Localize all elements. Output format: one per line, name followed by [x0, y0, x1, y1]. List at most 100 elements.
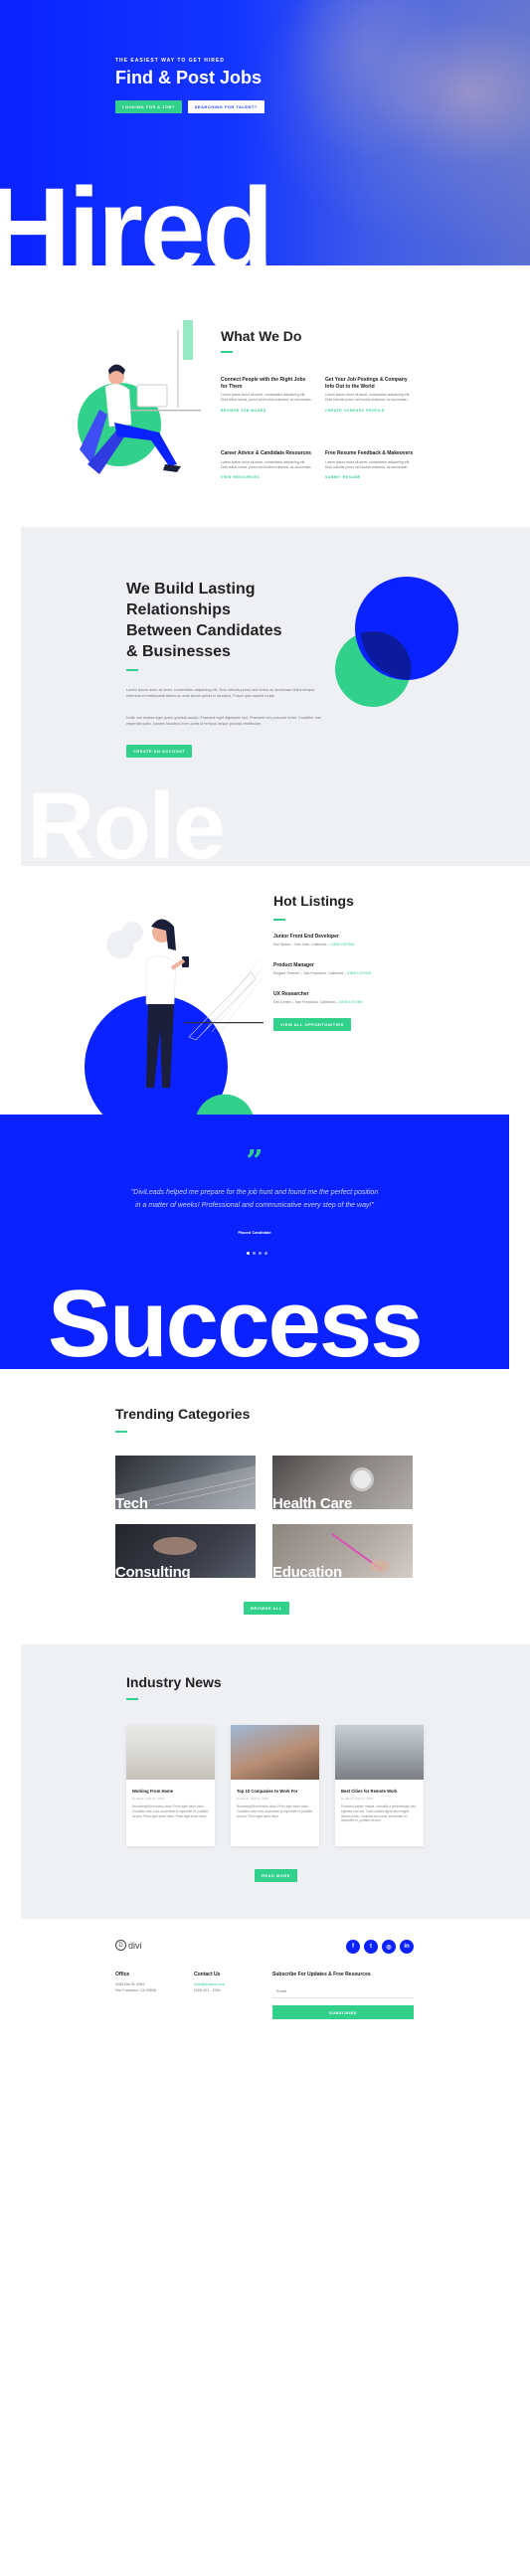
relationships-title: We Build Lasting Relationships Between C…: [126, 579, 295, 662]
trending-categories-title: Trending Categories: [115, 1406, 251, 1422]
testimonial-author: Placed Candidate: [238, 1230, 271, 1235]
contact-email-link[interactable]: hello@divijobs.com: [194, 1982, 225, 1988]
job-listing: Junior Front End Developer Divi Space – …: [273, 934, 472, 946]
footer-logo[interactable]: D divi: [115, 1940, 142, 1951]
job-listing: Product Manager Elegant Themes – San Fra…: [273, 962, 472, 975]
news-card[interactable]: Best Cities for Remote Work by admin | F…: [335, 1725, 424, 1846]
job-company-location: Elegant Themes – San Francisco, Californ…: [273, 971, 347, 975]
testimonial-text: "DiviLeads helped me prepare for the job…: [130, 1189, 379, 1209]
job-listing: UX Researcher Divi Center – San Francisc…: [273, 991, 472, 1004]
overlapping-circles-graphic: [335, 577, 458, 707]
industry-news-section: Industry News Working From Home by admin…: [21, 1644, 530, 1919]
contact-info: hello@divijobs.com (245) 621 - 3364: [194, 1982, 225, 1994]
view-resources-link[interactable]: VIEW RESOURCES: [221, 475, 312, 479]
what-we-do-title: What We Do: [221, 328, 302, 344]
slider-dot[interactable]: [253, 1252, 256, 1255]
view-all-opportunities-button[interactable]: VIEW ALL OPPORTUNITIES: [273, 1018, 351, 1031]
job-company-location: Divi Center – San Francisco, California …: [273, 1000, 338, 1004]
title-underline: [273, 919, 285, 921]
what-we-do-section: What We Do Connect People with the Right…: [0, 265, 530, 527]
logo-text: divi: [128, 1940, 142, 1951]
news-card-image: [335, 1725, 424, 1780]
feature-title: Get Your Job Postings & Company Info Out…: [325, 377, 408, 390]
category-tech[interactable]: Tech: [115, 1456, 256, 1509]
news-card-excerpt: Praesent sapien massa, convallis a pelle…: [341, 1804, 417, 1823]
address-line: San Francisco, CA 93658: [115, 1987, 156, 1992]
office-address: 2085 Divi St. #983 San Francisco, CA 936…: [115, 1982, 156, 1994]
job-title: UX Researcher: [273, 991, 309, 997]
feature-text: Lorem ipsum dolor sit amet, consectetur …: [325, 459, 411, 469]
relationships-section: We Build Lasting Relationships Between C…: [21, 527, 530, 866]
hero-big-word: Hired: [0, 164, 274, 265]
person-laptop-illustration: [78, 320, 201, 474]
view-listing-link[interactable]: VIEW LISTING: [339, 1000, 363, 1004]
news-card-title[interactable]: Top 10 Companies to Work For: [237, 1789, 313, 1794]
contact-title: Contact Us: [194, 1972, 221, 1977]
news-card-date: by admin | Feb 11, 2019: [237, 1797, 269, 1801]
feature-title: Career Advice & Candidate Resources: [221, 450, 311, 456]
title-underline: [115, 1431, 127, 1433]
category-label: Health Care: [272, 1495, 353, 1509]
success-big-word: Success: [48, 1271, 424, 1370]
hero-buttons: LOOKING FOR A JOB? SEARCHING FOR TALENT?: [115, 100, 265, 113]
role-big-word: Role: [27, 773, 226, 867]
title-line: Relationships: [126, 601, 231, 618]
slider-dot[interactable]: [265, 1252, 267, 1255]
news-card-excerpt: Nonummy/Mum lectus dolor. Proin eget tor…: [132, 1804, 209, 1818]
logo-mark-icon: D: [115, 1940, 126, 1951]
create-company-profile-link[interactable]: CREATE COMPANY PROFILE: [325, 409, 417, 413]
subscribe-title: Subscribe For Updates & Free Resources: [272, 1972, 371, 1977]
browse-all-button[interactable]: BROWSE ALL: [244, 1602, 289, 1615]
submit-resume-link[interactable]: SUBMIT RESUME: [325, 475, 417, 479]
create-account-button[interactable]: CREATE AN ACCOUNT: [126, 745, 193, 758]
slider-dot[interactable]: [247, 1252, 250, 1255]
quote-icon: ”: [246, 1144, 264, 1179]
job-title: Product Manager: [273, 962, 314, 968]
person-phone-illustration: [85, 919, 265, 1116]
twitter-icon[interactable]: t: [364, 1940, 378, 1954]
view-listing-link[interactable]: VIEW LISTING: [347, 971, 371, 975]
category-health-care[interactable]: Health Care: [272, 1456, 413, 1509]
job-meta: Divi Space – San Jose, California – VIEW…: [273, 943, 472, 946]
title-line: We Build Lasting: [126, 581, 256, 598]
browse-job-board-link[interactable]: BROWSE JOB BOARD: [221, 409, 312, 413]
facebook-icon[interactable]: f: [346, 1940, 360, 1954]
feature-career-advice: Career Advice & Candidate Resources Lore…: [221, 450, 312, 479]
office-title: Office: [115, 1972, 130, 1977]
news-card-date: by admin | Feb 11, 2019: [341, 1797, 374, 1801]
title-underline: [126, 1698, 138, 1700]
feature-resume: Free Resume Feedback & Makeovers Lorem i…: [325, 450, 417, 479]
news-card-date: by admin | Feb 11, 2019: [132, 1797, 165, 1801]
read-more-button[interactable]: READ MORE: [255, 1869, 297, 1882]
news-card[interactable]: Working From Home by admin | Feb 11, 201…: [126, 1725, 215, 1846]
feature-title: Free Resume Feedback & Makeovers: [325, 450, 414, 456]
hero-photo: [232, 0, 530, 265]
subscribe-button[interactable]: SUBSCRIBE: [272, 2005, 414, 2019]
slider-dot[interactable]: [259, 1252, 262, 1255]
relationships-paragraph-1: Lorem ipsum dolor sit amet, consectetur …: [126, 688, 316, 698]
searching-for-talent-button[interactable]: SEARCHING FOR TALENT?: [187, 100, 265, 113]
email-input[interactable]: [272, 1984, 414, 1998]
industry-news-title: Industry News: [126, 1674, 222, 1690]
category-consulting[interactable]: Consulting: [115, 1524, 256, 1578]
news-card-title[interactable]: Best Cities for Remote Work: [341, 1789, 418, 1794]
news-card[interactable]: Top 10 Companies to Work For by admin | …: [231, 1725, 319, 1846]
title-underline: [221, 351, 233, 353]
job-meta: Divi Center – San Francisco, California …: [273, 1000, 472, 1004]
feature-text: Lorem ipsum dolor sit amet, consectetur …: [221, 459, 312, 469]
feature-text: Lorem ipsum dolor sit amet, consectetur …: [325, 393, 411, 403]
category-label: Education: [272, 1564, 342, 1578]
category-education[interactable]: Education: [272, 1524, 413, 1578]
feature-title: Connect People with the Right Jobs for T…: [221, 377, 306, 390]
feature-connect: Connect People with the Right Jobs for T…: [221, 377, 312, 413]
news-card-title[interactable]: Working From Home: [132, 1789, 209, 1794]
linkedin-icon[interactable]: in: [400, 1940, 414, 1954]
feature-postings: Get Your Job Postings & Company Info Out…: [325, 377, 417, 413]
news-card-image: [231, 1725, 319, 1780]
instagram-icon[interactable]: ◎: [382, 1940, 396, 1954]
job-title: Junior Front End Developer: [273, 934, 339, 940]
hero-eyebrow: THE EASIEST WAY TO GET HIRED: [115, 58, 225, 64]
view-listing-link[interactable]: VIEW LISTING: [330, 943, 354, 946]
hero-section: THE EASIEST WAY TO GET HIRED Find & Post…: [0, 0, 530, 265]
looking-for-job-button[interactable]: LOOKING FOR A JOB?: [115, 100, 182, 113]
